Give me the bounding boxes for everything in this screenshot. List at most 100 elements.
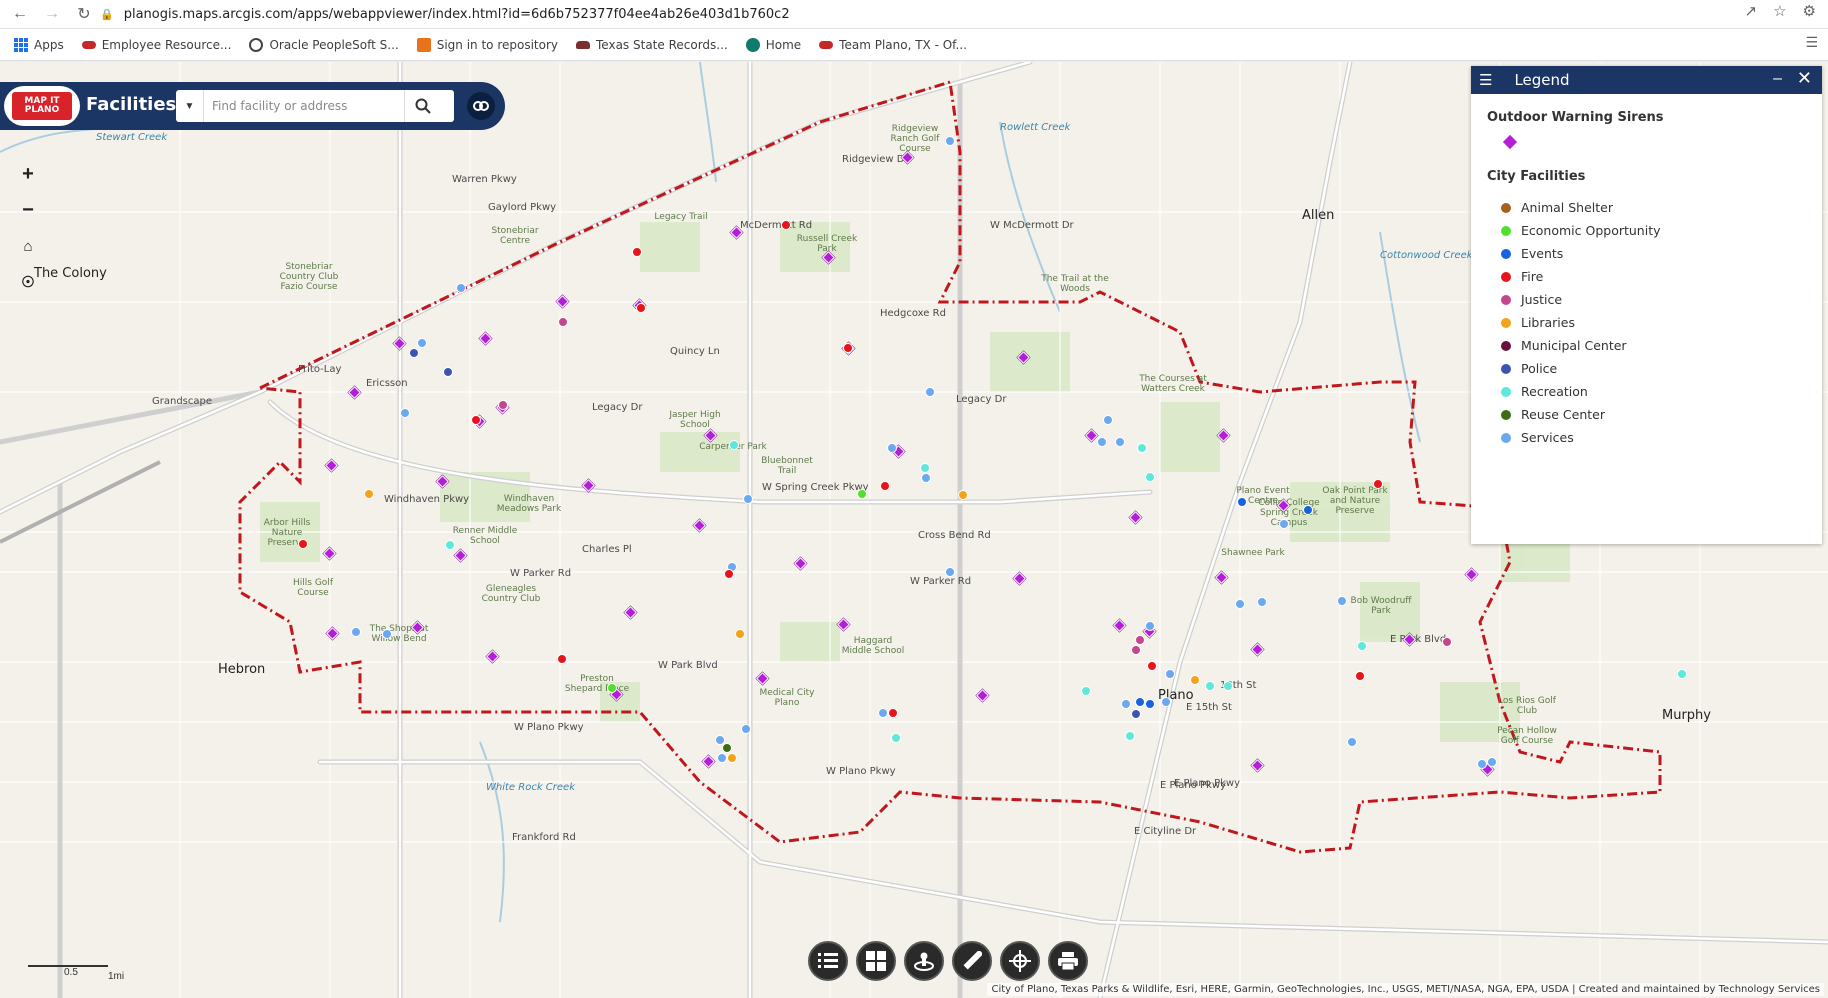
print-button[interactable] bbox=[1048, 941, 1088, 981]
facility-marker-icon[interactable] bbox=[925, 387, 935, 397]
facility-marker-icon[interactable] bbox=[298, 539, 308, 549]
facility-marker-icon[interactable] bbox=[400, 408, 410, 418]
facility-marker-icon[interactable] bbox=[558, 317, 568, 327]
facility-marker-icon[interactable] bbox=[921, 473, 931, 483]
basemap-gallery-button[interactable] bbox=[856, 941, 896, 981]
facility-marker-icon[interactable] bbox=[717, 753, 727, 763]
facility-marker-icon[interactable] bbox=[1279, 519, 1289, 529]
facility-marker-icon[interactable] bbox=[878, 708, 888, 718]
facility-marker-icon[interactable] bbox=[364, 489, 374, 499]
facility-marker-icon[interactable] bbox=[445, 540, 455, 550]
facility-marker-icon[interactable] bbox=[888, 708, 898, 718]
facility-marker-icon[interactable] bbox=[557, 654, 567, 664]
facility-marker-icon[interactable] bbox=[1103, 415, 1113, 425]
facility-marker-icon[interactable] bbox=[1147, 661, 1157, 671]
facility-marker-icon[interactable] bbox=[1165, 669, 1175, 679]
facility-marker-icon[interactable] bbox=[857, 489, 867, 499]
facility-marker-icon[interactable] bbox=[958, 490, 968, 500]
facility-marker-icon[interactable] bbox=[880, 481, 890, 491]
facility-marker-icon[interactable] bbox=[1081, 686, 1091, 696]
facility-marker-icon[interactable] bbox=[1131, 645, 1141, 655]
facility-marker-icon[interactable] bbox=[1135, 697, 1145, 707]
facility-marker-icon[interactable] bbox=[1137, 443, 1147, 453]
back-icon[interactable]: ← bbox=[8, 2, 32, 26]
locate-button[interactable]: ☉ bbox=[14, 268, 42, 296]
chevron-down-icon[interactable]: ▼ bbox=[176, 90, 204, 122]
bookmark-home[interactable]: Home bbox=[745, 37, 801, 52]
reload-icon[interactable]: ↻ bbox=[72, 2, 96, 26]
address-bar[interactable]: 🔒 planogis.maps.arcgis.com/apps/webappvi… bbox=[100, 3, 1740, 26]
bookmark-repository[interactable]: Sign in to repository bbox=[416, 37, 558, 52]
facility-marker-icon[interactable] bbox=[781, 220, 791, 230]
search-button[interactable] bbox=[404, 90, 440, 122]
layer-list-button[interactable] bbox=[808, 941, 848, 981]
facility-marker-icon[interactable] bbox=[1145, 699, 1155, 709]
facility-marker-icon[interactable] bbox=[1257, 597, 1267, 607]
streetview-button[interactable] bbox=[904, 941, 944, 981]
facility-marker-icon[interactable] bbox=[498, 400, 508, 410]
coordinates-button[interactable] bbox=[1000, 941, 1040, 981]
facility-marker-icon[interactable] bbox=[945, 136, 955, 146]
bookmark-texas-records[interactable]: Texas State Records... bbox=[576, 38, 728, 52]
facility-marker-icon[interactable] bbox=[1223, 681, 1233, 691]
search-input[interactable] bbox=[204, 91, 404, 121]
reading-list-icon[interactable]: ☰ bbox=[1805, 35, 1818, 51]
facility-marker-icon[interactable] bbox=[715, 735, 725, 745]
facility-marker-icon[interactable] bbox=[1131, 709, 1141, 719]
minimize-button[interactable]: – bbox=[1773, 70, 1782, 88]
measure-button[interactable] bbox=[952, 941, 992, 981]
facility-marker-icon[interactable] bbox=[1477, 759, 1487, 769]
facility-marker-icon[interactable] bbox=[1347, 737, 1357, 747]
facility-marker-icon[interactable] bbox=[1237, 497, 1247, 507]
facility-marker-icon[interactable] bbox=[471, 415, 481, 425]
facility-marker-icon[interactable] bbox=[1677, 669, 1687, 679]
facility-marker-icon[interactable] bbox=[1161, 697, 1171, 707]
facility-marker-icon[interactable] bbox=[632, 247, 642, 257]
facility-marker-icon[interactable] bbox=[607, 683, 617, 693]
facility-marker-icon[interactable] bbox=[843, 343, 853, 353]
zoom-in-button[interactable]: + bbox=[14, 160, 42, 188]
facility-marker-icon[interactable] bbox=[1115, 437, 1125, 447]
share-icon[interactable]: ↗ bbox=[1745, 2, 1758, 20]
facility-marker-icon[interactable] bbox=[1190, 675, 1200, 685]
facility-marker-icon[interactable] bbox=[1205, 681, 1215, 691]
facility-marker-icon[interactable] bbox=[409, 348, 419, 358]
facility-marker-icon[interactable] bbox=[1125, 731, 1135, 741]
facility-marker-icon[interactable] bbox=[735, 629, 745, 639]
facility-marker-icon[interactable] bbox=[456, 283, 466, 293]
facility-marker-icon[interactable] bbox=[891, 733, 901, 743]
facility-marker-icon[interactable] bbox=[1097, 437, 1107, 447]
facility-marker-icon[interactable] bbox=[382, 629, 392, 639]
bookmark-team-plano[interactable]: Team Plano, TX - Of... bbox=[819, 38, 967, 52]
facility-marker-icon[interactable] bbox=[945, 567, 955, 577]
facility-marker-icon[interactable] bbox=[351, 627, 361, 637]
facility-marker-icon[interactable] bbox=[417, 338, 427, 348]
facility-marker-icon[interactable] bbox=[1355, 671, 1365, 681]
facility-marker-icon[interactable] bbox=[887, 443, 897, 453]
share-link-button[interactable] bbox=[467, 92, 495, 120]
facility-marker-icon[interactable] bbox=[729, 440, 739, 450]
facility-marker-icon[interactable] bbox=[443, 367, 453, 377]
forward-icon[interactable]: → bbox=[40, 2, 64, 26]
facility-marker-icon[interactable] bbox=[920, 463, 930, 473]
close-button[interactable]: ✕ bbox=[1797, 68, 1812, 89]
facility-marker-icon[interactable] bbox=[724, 569, 734, 579]
extension-icon[interactable]: ⚙ bbox=[1803, 2, 1816, 20]
facility-marker-icon[interactable] bbox=[722, 743, 732, 753]
facility-marker-icon[interactable] bbox=[1442, 637, 1452, 647]
facility-marker-icon[interactable] bbox=[1235, 599, 1245, 609]
facility-marker-icon[interactable] bbox=[1337, 596, 1347, 606]
zoom-out-button[interactable]: − bbox=[14, 196, 42, 224]
bookmark-employee-resource[interactable]: Employee Resource... bbox=[81, 38, 231, 52]
facility-marker-icon[interactable] bbox=[1135, 635, 1145, 645]
bookmark-apps[interactable]: Apps bbox=[14, 37, 64, 52]
facility-marker-icon[interactable] bbox=[1487, 757, 1497, 767]
facility-marker-icon[interactable] bbox=[1373, 479, 1383, 489]
facility-marker-icon[interactable] bbox=[1121, 699, 1131, 709]
facility-marker-icon[interactable] bbox=[741, 724, 751, 734]
facility-marker-icon[interactable] bbox=[1357, 641, 1367, 651]
facility-marker-icon[interactable] bbox=[636, 303, 646, 313]
facility-marker-icon[interactable] bbox=[1145, 621, 1155, 631]
bookmark-oracle[interactable]: Oracle PeopleSoft S... bbox=[249, 37, 399, 52]
home-button[interactable]: ⌂ bbox=[14, 232, 42, 260]
